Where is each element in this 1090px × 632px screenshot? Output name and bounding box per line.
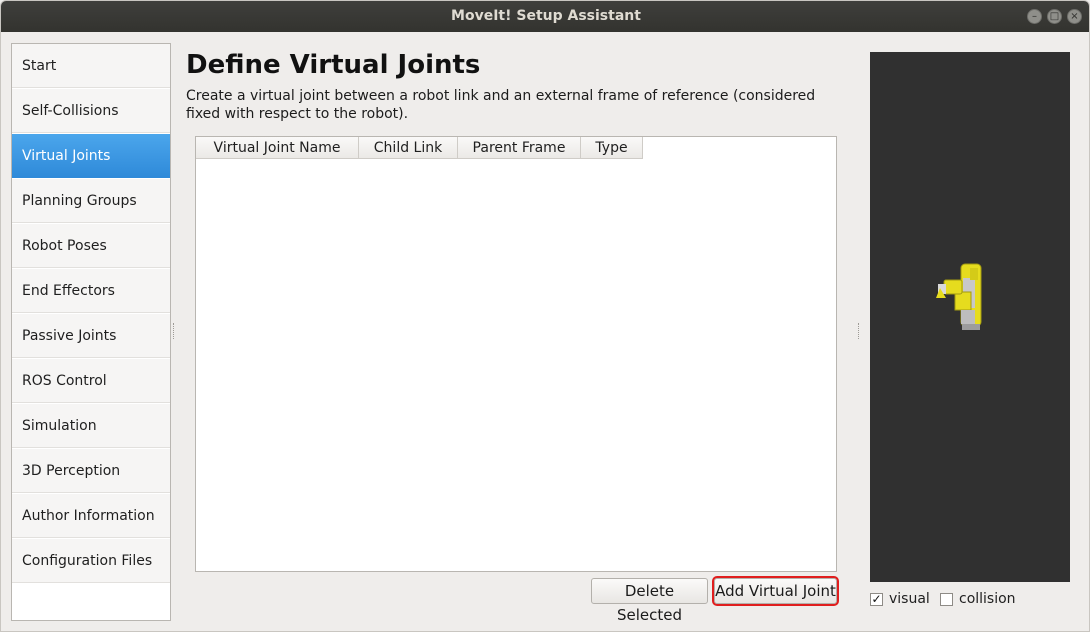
sidebar-item-planning-groups[interactable]: Planning Groups [12, 179, 170, 223]
sidebar-item-self-collisions[interactable]: Self-Collisions [12, 89, 170, 133]
page-title: Define Virtual Joints [186, 50, 481, 80]
robot-3d-viewer[interactable] [870, 52, 1070, 582]
sidebar-item-label: Simulation [22, 418, 97, 434]
sidebar-item-label: Author Information [22, 508, 155, 524]
collision-checkbox[interactable] [940, 593, 953, 606]
splitter-handle[interactable] [173, 323, 175, 339]
add-virtual-joint-button[interactable]: Add Virtual Joint [712, 576, 839, 606]
title-bar[interactable]: MoveIt! Setup Assistant – □ × [1, 1, 1089, 32]
column-header-child-link[interactable]: Child Link [359, 137, 458, 159]
sidebar-item-start[interactable]: Start [12, 44, 170, 88]
button-label: Add Virtual Joint [715, 582, 836, 600]
page-description: Create a virtual joint between a robot l… [186, 88, 816, 122]
visual-checkbox[interactable]: ✓ [870, 593, 883, 606]
sidebar-item-simulation[interactable]: Simulation [12, 404, 170, 448]
sidebar-item-configuration-files[interactable]: Configuration Files [12, 539, 170, 583]
column-header-label: Child Link [373, 140, 443, 156]
sidebar-item-label: Passive Joints [22, 328, 117, 344]
window-title: MoveIt! Setup Assistant [451, 8, 641, 24]
app-window: MoveIt! Setup Assistant – □ × Start Self… [0, 0, 1090, 632]
button-label: Delete Selected [616, 582, 683, 624]
sidebar-item-label: Start [22, 58, 57, 74]
collision-label: collision [959, 591, 1016, 607]
sidebar-item-label: Virtual Joints [22, 148, 111, 164]
sidebar-item-label: Planning Groups [22, 193, 137, 209]
column-header-label: Parent Frame [472, 140, 566, 156]
sidebar-item-label: Self-Collisions [22, 103, 119, 119]
virtual-joints-table[interactable]: Virtual Joint Name Child Link Parent Fra… [195, 136, 837, 572]
sidebar-item-label: Configuration Files [22, 553, 153, 569]
sidebar-item-robot-poses[interactable]: Robot Poses [12, 224, 170, 268]
sidebar-item-3d-perception[interactable]: 3D Perception [12, 449, 170, 493]
sidebar-item-virtual-joints[interactable]: Virtual Joints [12, 134, 170, 178]
close-icon[interactable]: × [1067, 9, 1082, 24]
sidebar-item-label: Robot Poses [22, 238, 107, 254]
minimize-icon[interactable]: – [1027, 9, 1042, 24]
sidebar-item-label: 3D Perception [22, 463, 121, 479]
splitter-handle[interactable] [858, 323, 860, 339]
column-header-type[interactable]: Type [581, 137, 643, 159]
visual-label: visual [889, 591, 930, 607]
delete-selected-button[interactable]: Delete Selected [591, 578, 708, 624]
sidebar-item-ros-control[interactable]: ROS Control [12, 359, 170, 403]
sidebar: Start Self-Collisions Virtual Joints Pla… [11, 43, 171, 621]
sidebar-item-label: ROS Control [22, 373, 107, 389]
sidebar-item-passive-joints[interactable]: Passive Joints [12, 314, 170, 358]
column-header-label: Type [595, 140, 628, 156]
maximize-icon[interactable]: □ [1047, 9, 1062, 24]
column-header-label: Virtual Joint Name [213, 140, 341, 156]
sidebar-item-label: End Effectors [22, 283, 115, 299]
column-header-parent-frame[interactable]: Parent Frame [458, 137, 581, 159]
robot-model-icon [936, 263, 982, 330]
sidebar-item-author-information[interactable]: Author Information [12, 494, 170, 538]
column-header-virtual-joint-name[interactable]: Virtual Joint Name [196, 137, 359, 159]
sidebar-item-end-effectors[interactable]: End Effectors [12, 269, 170, 313]
